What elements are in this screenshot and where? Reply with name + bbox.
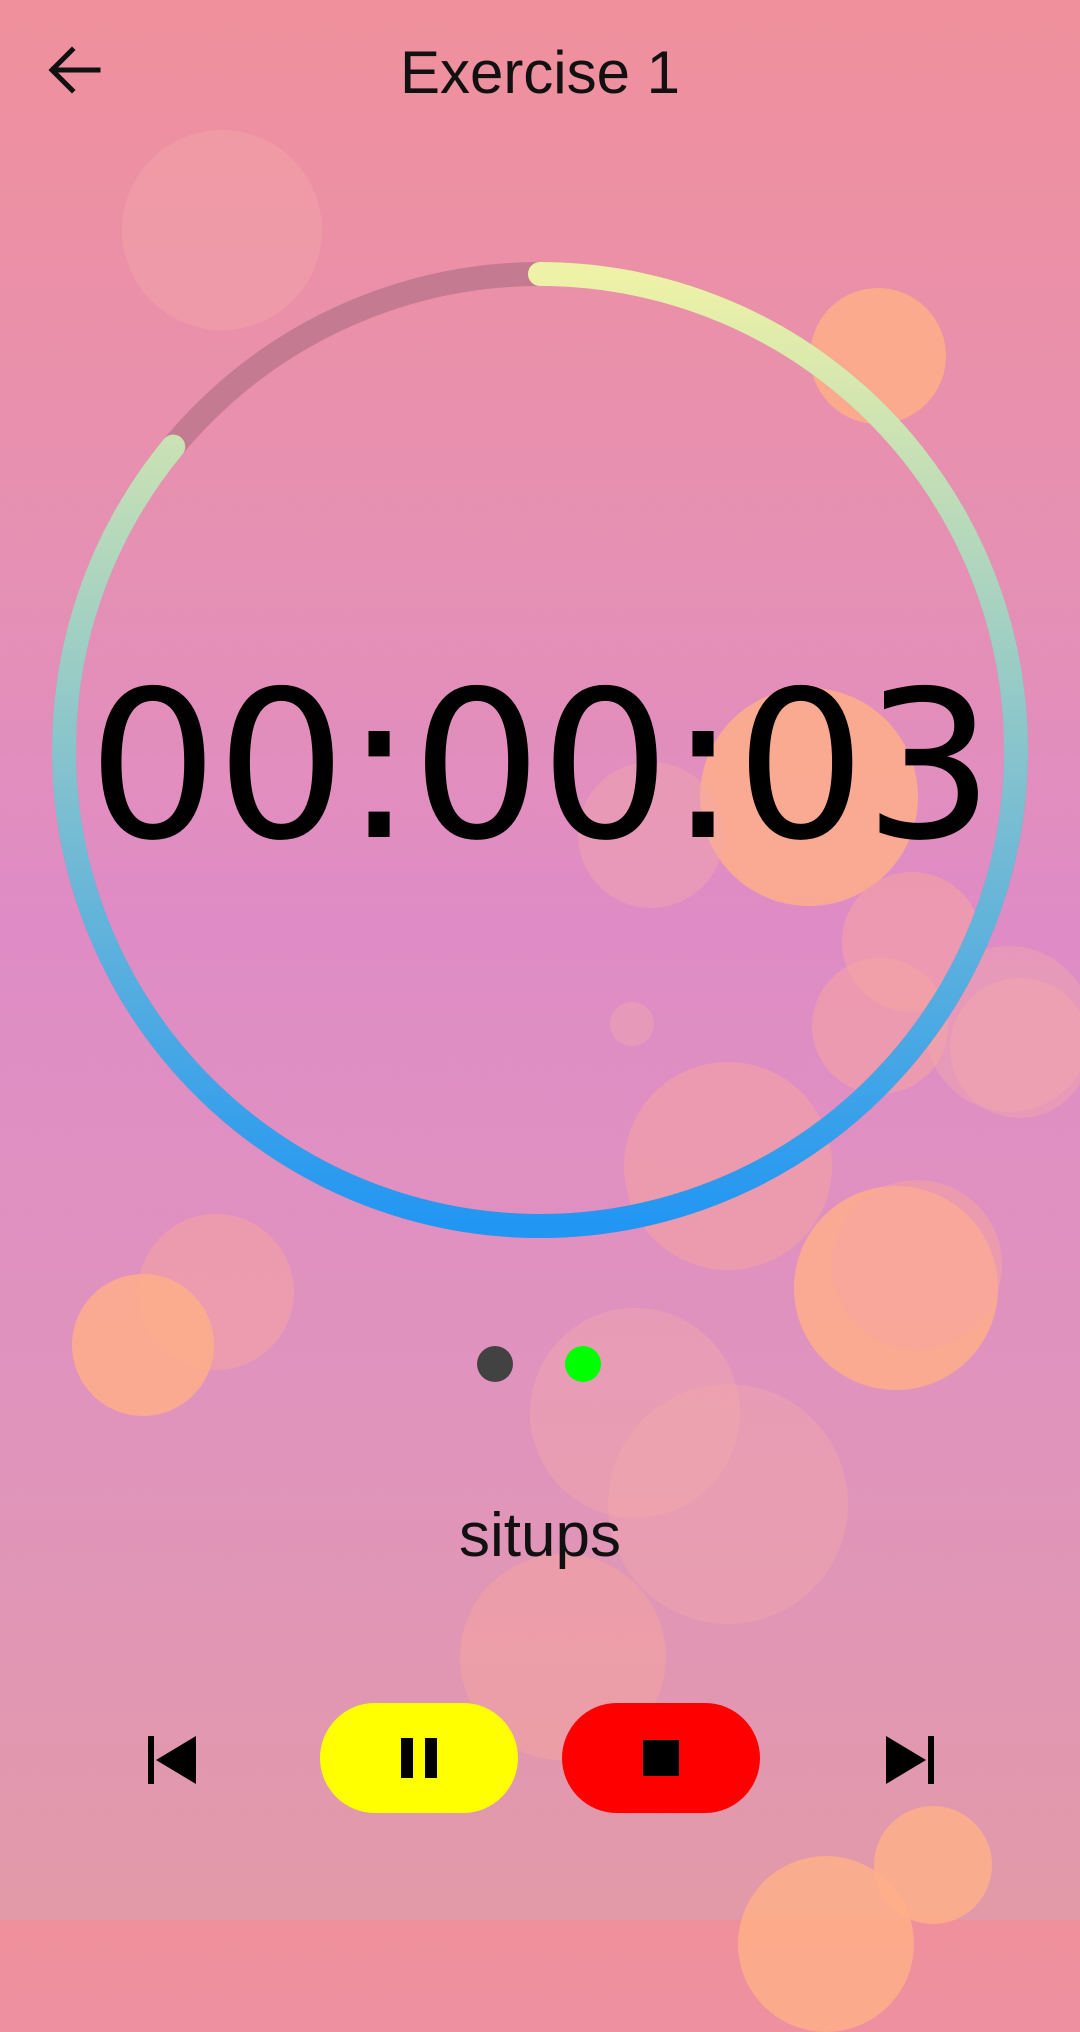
page-dot[interactable] xyxy=(477,1346,513,1382)
pause-icon xyxy=(401,1738,437,1778)
skip-previous-icon xyxy=(148,1736,196,1784)
timer-section: 00:00:03 xyxy=(0,0,1080,1920)
progress-ring xyxy=(52,262,1028,1238)
pause-button[interactable] xyxy=(320,1703,518,1813)
next-button[interactable] xyxy=(870,1720,950,1800)
skip-next-icon xyxy=(886,1736,934,1784)
elapsed-time: 00:00:03 xyxy=(87,648,995,886)
previous-button[interactable] xyxy=(132,1720,212,1800)
stop-icon xyxy=(643,1740,679,1776)
page-dot-active[interactable] xyxy=(565,1346,601,1382)
page-indicator xyxy=(0,1346,1080,1386)
stop-button[interactable] xyxy=(562,1703,760,1813)
exercise-name: situps xyxy=(459,1501,621,1570)
